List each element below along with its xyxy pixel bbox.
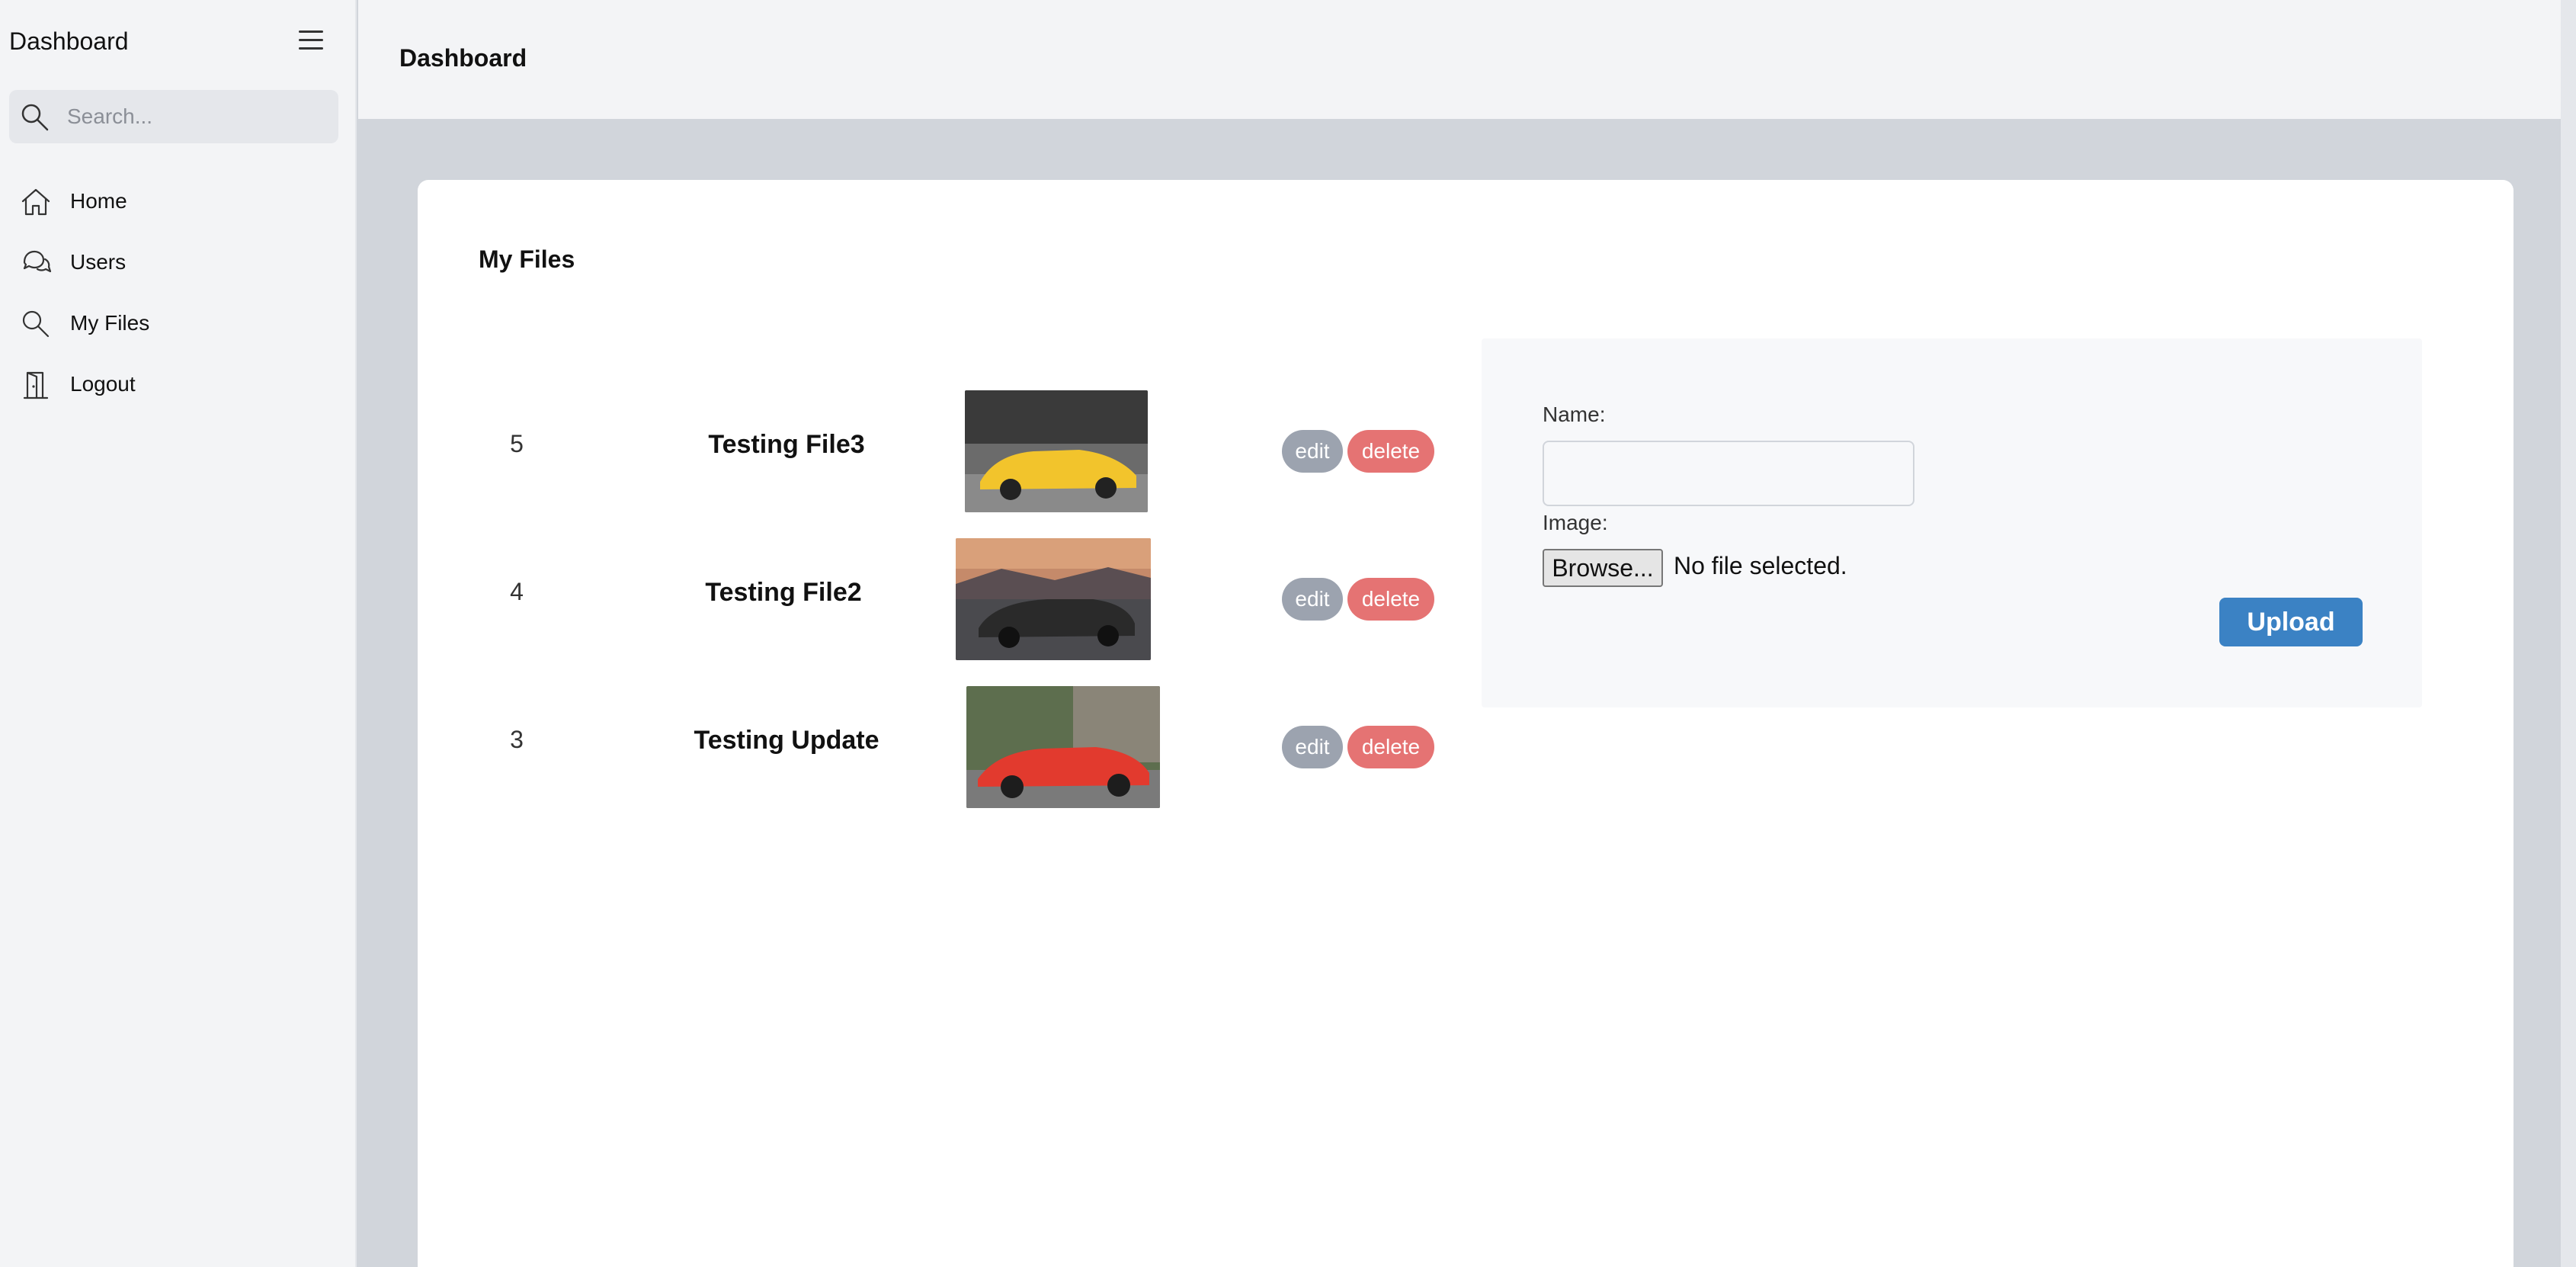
file-name: Testing Update [694,726,879,755]
search-icon [22,310,50,338]
door-icon [23,371,49,399]
sidebar-item-label: Home [70,189,127,213]
file-name: Testing File2 [705,578,862,607]
search-icon [21,104,49,131]
delete-button[interactable]: delete [1347,726,1434,768]
edit-button[interactable]: edit [1282,430,1343,473]
search-box [9,90,338,143]
file-id: 3 [510,726,524,753]
table-row: 3 Testing Update edit delete [479,677,1500,808]
table-row: 5 Testing File3 edit delete [479,381,1500,512]
file-thumbnail [965,390,1148,512]
menu-toggle-icon[interactable] [299,30,323,52]
edit-button[interactable]: edit [1282,578,1343,621]
name-field[interactable] [1543,441,1914,506]
sidebar-item-label: My Files [70,311,150,335]
file-id: 5 [510,430,524,457]
chat-icon [23,250,52,273]
sidebar-item-users[interactable]: Users [0,233,357,294]
home-icon [21,188,50,216]
file-thumbnail [966,686,1160,808]
name-label: Name: [1543,403,1606,426]
page-scrollbar[interactable] [2561,0,2576,1267]
upload-button[interactable]: Upload [2219,598,2363,646]
browse-button[interactable]: Browse... [1543,549,1663,587]
edit-button[interactable]: edit [1282,726,1343,768]
file-id: 4 [510,578,524,605]
section-title: My Files [479,245,575,273]
delete-button[interactable]: delete [1347,430,1434,473]
sidebar-item-label: Logout [70,372,136,396]
sidebar-brand: Dashboard [9,27,129,55]
image-label: Image: [1543,511,1608,534]
sidebar-item-my-files[interactable]: My Files [0,294,357,355]
sidebar-item-logout[interactable]: Logout [0,355,357,416]
sidebar-item-label: Users [70,250,127,274]
page-header: Dashboard [358,0,2576,119]
delete-button[interactable]: delete [1347,578,1434,621]
sidebar: Dashboard Home Users [0,0,357,1267]
file-name: Testing File3 [708,430,865,459]
file-thumbnail [956,538,1151,660]
upload-form: Name: Image: Browse... No file selected.… [1482,338,2422,707]
page-title: Dashboard [399,44,527,72]
table-row: 4 Testing File2 edit delete [479,529,1500,660]
search-input[interactable] [67,98,326,136]
sidebar-nav: Home Users My Files Logout [0,172,357,416]
sidebar-item-home[interactable]: Home [0,172,357,233]
files-card: My Files 5 Testing File3 edit delete 4 T… [418,180,2514,1267]
file-status: No file selected. [1674,552,1847,579]
